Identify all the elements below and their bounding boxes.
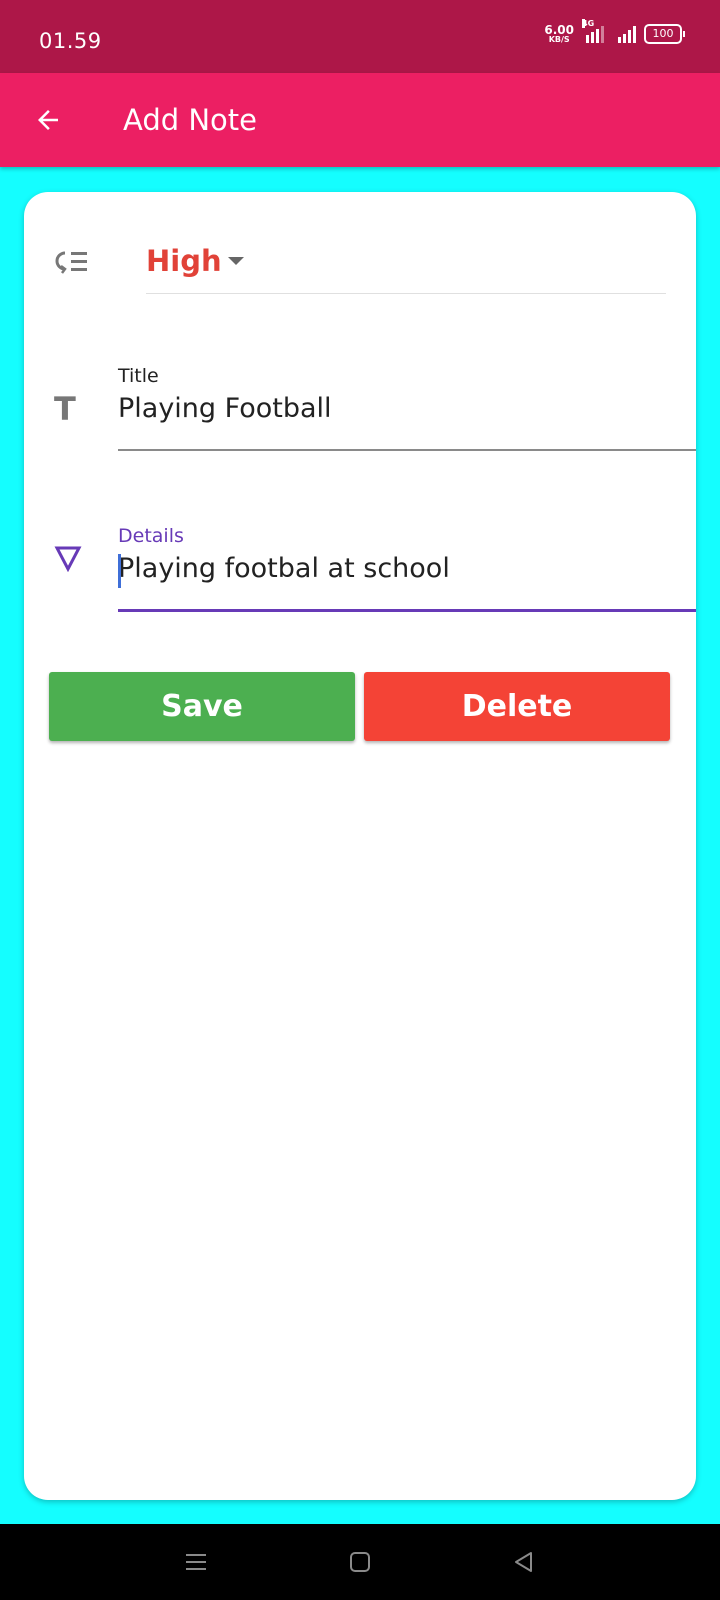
triangle-down-icon [54,546,82,572]
triangle-back-icon [515,1552,532,1572]
delete-button[interactable]: Delete [364,672,670,741]
battery-icon: 100 [644,24,685,44]
network-speed: 6.00 KB/S [544,24,574,44]
nav-back-button[interactable] [506,1544,542,1580]
text-cursor [118,554,121,588]
note-form-card: High T Title Details Save Delete [24,192,696,1500]
network-type: 4G [582,19,595,28]
network-speed-unit: KB/S [548,35,570,44]
back-button[interactable] [26,98,70,142]
status-icons: 6.00 KB/S 4G 100 [544,19,685,44]
status-bar: 01.59 6.00 KB/S 4G 100 [0,0,720,73]
text-t-icon: T [54,390,76,428]
signal-4g-icon: 4G [582,19,610,43]
signal-bars-icon [618,25,636,43]
details-label: Details [118,525,184,547]
page-title: Add Note [123,103,258,137]
status-time: 01.59 [39,29,102,53]
details-input[interactable] [118,553,678,584]
system-nav-bar [0,1524,720,1600]
title-field[interactable]: Title [118,365,696,451]
details-field[interactable]: Details [118,525,696,612]
arrow-left-icon [38,110,58,130]
title-input[interactable] [118,393,678,424]
nav-home-button[interactable] [342,1544,378,1580]
menu-icon [186,1554,206,1570]
square-home-icon [350,1552,370,1572]
title-label: Title [118,365,159,387]
nav-menu-button[interactable] [178,1544,214,1580]
app-bar: Add Note [0,73,720,167]
priority-dropdown[interactable]: High [146,230,666,294]
chevron-down-icon [228,257,244,265]
priority-list-icon [55,251,87,274]
save-button[interactable]: Save [49,672,355,741]
priority-selected-value: High [146,244,222,278]
